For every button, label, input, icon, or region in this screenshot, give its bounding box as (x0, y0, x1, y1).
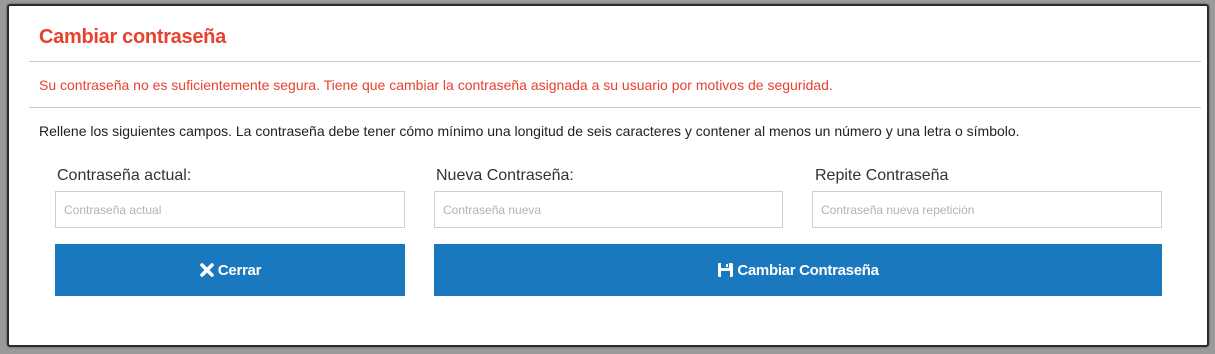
new-password-label: Nueva Contraseña: (436, 167, 574, 184)
repeat-password-label: Repite Contraseña (815, 167, 949, 184)
warning-divider (29, 107, 1201, 108)
modal-backdrop: Cambiar contraseña Su contraseña no es s… (0, 0, 1215, 354)
dialog-title: Cambiar contraseña (39, 26, 226, 48)
close-button[interactable]: Cerrar (55, 244, 405, 296)
close-x-icon (199, 262, 215, 278)
new-password-input[interactable] (434, 191, 783, 228)
save-floppy-icon (717, 262, 734, 278)
security-warning: Su contraseña no es suficientemente segu… (39, 77, 833, 93)
change-password-button-label: Cambiar Contraseña (737, 261, 879, 279)
instructions-text: Rellene los siguientes campos. La contra… (39, 123, 1020, 139)
title-divider (29, 61, 1201, 62)
current-password-input[interactable] (55, 191, 405, 228)
repeat-password-input[interactable] (812, 191, 1162, 228)
change-password-dialog: Cambiar contraseña Su contraseña no es s… (7, 4, 1209, 347)
current-password-label: Contraseña actual: (57, 167, 192, 184)
change-password-button[interactable]: Cambiar Contraseña (434, 244, 1162, 296)
close-button-label: Cerrar (217, 261, 262, 279)
